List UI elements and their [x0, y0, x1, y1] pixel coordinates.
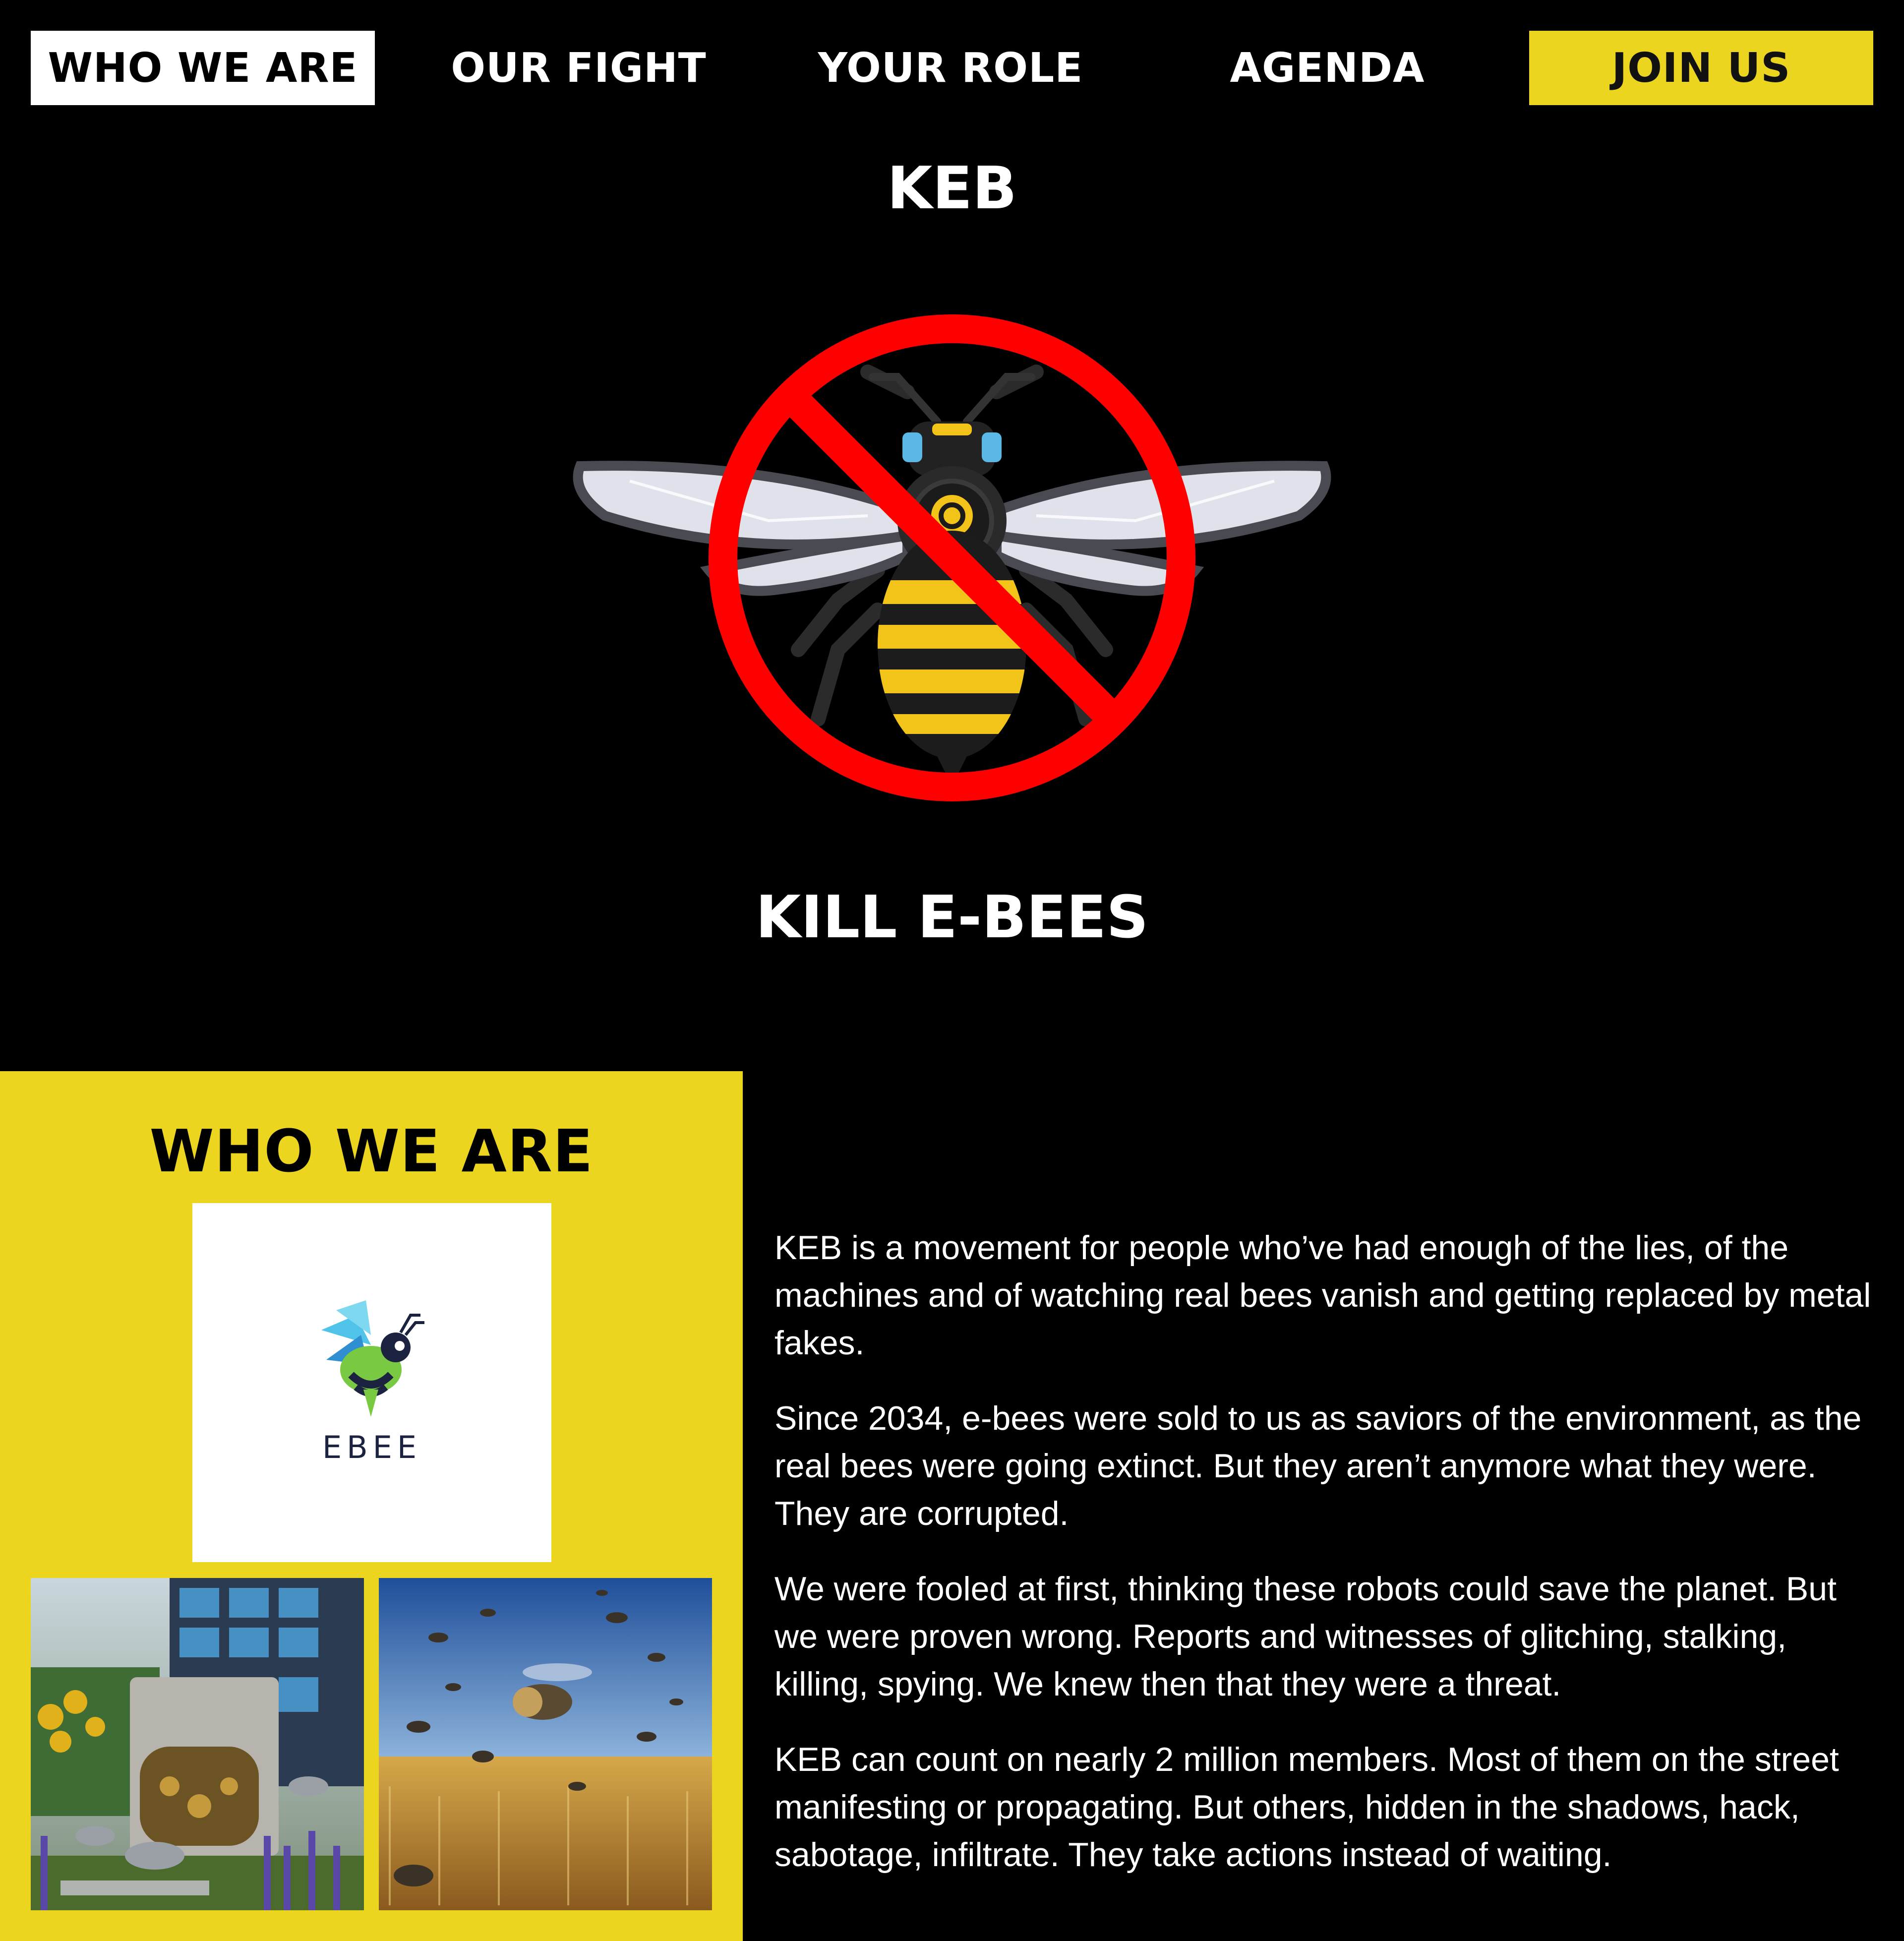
who-we-are-copy: KEB is a movement for people who’ve had …: [774, 1224, 1880, 1906]
paragraph: KEB can count on nearly 2 million member…: [774, 1741, 1839, 1874]
nav-our-fight[interactable]: OUR FIGHT: [407, 31, 751, 105]
paragraph: KEB is a movement for people who’ve had …: [774, 1229, 1871, 1362]
ebee-logo-card: EBEE: [192, 1203, 551, 1562]
no-bee-icon: [560, 303, 1344, 808]
section-title: WHO WE ARE: [149, 1117, 594, 1185]
nav-your-role[interactable]: YOUR ROLE: [778, 31, 1123, 105]
paragraph: We were fooled at first, thinking these …: [774, 1570, 1837, 1703]
ebee-logo-text: EBEE: [322, 1429, 422, 1465]
join-us-button[interactable]: JOIN US: [1529, 31, 1873, 105]
nav-who-we-are[interactable]: WHO WE ARE: [31, 31, 375, 105]
ebee-logo-icon: [321, 1300, 424, 1417]
paragraph: Since 2034, e-bees were sold to us as sa…: [774, 1399, 1862, 1532]
brand-title: KEB: [887, 154, 1017, 222]
hero-slogan: KILL E-BEES: [755, 883, 1149, 951]
hive-photo: [31, 1578, 364, 1910]
nav-agenda[interactable]: AGENDA: [1155, 31, 1499, 105]
top-nav: WHO WE ARE OUR FIGHT YOUR ROLE AGENDA JO…: [0, 0, 1904, 129]
field-photo: [379, 1578, 712, 1910]
who-we-are-panel: WHO WE ARE EBEE: [0, 1071, 743, 1941]
